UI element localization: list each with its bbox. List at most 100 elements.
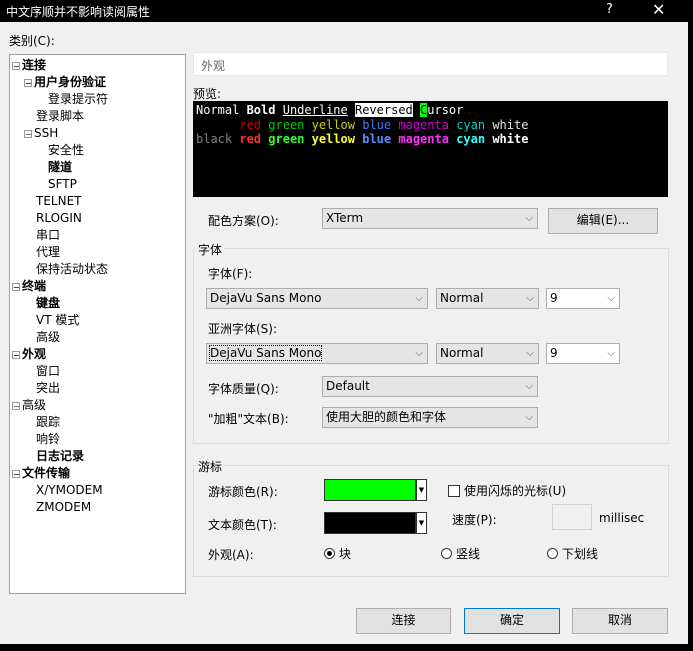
radio-vertical-bar[interactable]: 竖线	[441, 545, 480, 562]
tree-item-label: 登录提示符	[48, 92, 109, 106]
category-tree[interactable]: − 连接 − 用户身份验证 登录提示符 登录脚本 − SSH 安全性 隧道 SFTP TELNET RL…	[9, 54, 186, 594]
cancel-button[interactable]: 取消	[572, 608, 668, 634]
tree-item-label: 日志记录	[36, 449, 85, 463]
text-color-swatch[interactable]	[324, 512, 416, 534]
tree-item[interactable]: 保持活动状态	[24, 261, 108, 277]
tree-item-label: 用户身份验证	[34, 75, 107, 89]
asian-font-label: 亚洲字体(S):	[208, 322, 278, 336]
preview-segment: cyan	[456, 132, 486, 146]
color-scheme-select[interactable]: XTerm ⌵	[322, 208, 538, 229]
chevron-down-icon: ⌵	[525, 412, 533, 423]
tree-item[interactable]: − 外观	[12, 346, 46, 362]
tree-item[interactable]: VT 模式	[24, 312, 79, 328]
tree-item-label: 窗口	[36, 364, 61, 378]
chevron-down-icon: ⌵	[607, 293, 615, 304]
tree-item[interactable]: − SSH	[24, 125, 58, 141]
tree-item[interactable]: − 高级	[12, 397, 46, 413]
tree-item[interactable]: 安全性	[36, 142, 84, 158]
checkbox-icon	[448, 485, 460, 497]
color-scheme-value: XTerm	[326, 211, 364, 225]
font-quality-label: 字体质量(Q):	[208, 382, 279, 396]
asian-font-size-select[interactable]: 9 ⌵	[546, 343, 620, 364]
tree-item[interactable]: 代理	[24, 244, 60, 260]
chevron-down-icon: ⌵	[525, 381, 533, 392]
radio-icon	[547, 548, 558, 559]
speed-label: 速度(P):	[452, 513, 497, 527]
tree-item-label: 串口	[36, 228, 61, 242]
tree-item[interactable]: 突出	[24, 380, 60, 396]
tree-collapse-icon[interactable]: −	[12, 61, 20, 70]
tree-item-label: 高级	[22, 398, 47, 412]
tree-item-label: 登录脚本	[36, 109, 85, 123]
cursor-appearance-label: 外观(A):	[208, 548, 254, 562]
tree-item[interactable]: SFTP	[36, 176, 77, 192]
tree-collapse-icon[interactable]: −	[12, 282, 20, 291]
font-group-title: 字体	[196, 241, 225, 258]
radio-block[interactable]: 块	[324, 545, 351, 562]
tree-collapse-icon[interactable]: −	[12, 350, 20, 359]
preview-segment	[196, 118, 239, 132]
preview-segment: Reversed	[354, 103, 413, 117]
asian-font-style-select[interactable]: Normal ⌵	[436, 343, 539, 364]
preview-segment	[413, 103, 420, 117]
asian-font-select[interactable]: DejaVu Sans Mono ⌵	[206, 343, 428, 364]
tree-item[interactable]: 高级	[24, 329, 60, 345]
tree-item[interactable]: ZMODEM	[24, 499, 91, 515]
radio-icon	[441, 548, 452, 559]
tree-item-label: RLOGIN	[36, 211, 82, 225]
tree-item[interactable]: 窗口	[24, 363, 60, 379]
tree-item[interactable]: RLOGIN	[24, 210, 82, 226]
ok-button[interactable]: 确定	[464, 608, 560, 634]
tree-item[interactable]: − 文件传输	[12, 465, 70, 481]
tree-collapse-icon[interactable]: −	[24, 78, 32, 87]
tree-item[interactable]: 串口	[24, 227, 60, 243]
tree-collapse-icon[interactable]: −	[12, 401, 20, 410]
cursor-color-swatch[interactable]	[324, 479, 416, 501]
preview-segment	[304, 118, 311, 132]
radio-block-label: 块	[339, 547, 352, 561]
bold-text-select[interactable]: 使用大胆的颜色和字体 ⌵	[322, 407, 538, 428]
tree-collapse-icon[interactable]: −	[12, 469, 20, 478]
tree-item[interactable]: − 终端	[12, 278, 46, 294]
text-color-label: 文本颜色(T):	[208, 518, 277, 532]
section-title: 外观	[201, 59, 226, 73]
tree-item-label: 代理	[36, 245, 61, 259]
close-icon[interactable]: ✕	[652, 0, 665, 19]
tree-collapse-icon[interactable]: −	[24, 129, 32, 138]
edit-scheme-button[interactable]: 编辑(E)...	[548, 208, 658, 234]
preview-line: Normal Bold Underline Reversed Cursor	[196, 103, 463, 117]
tree-item[interactable]: 跟踪	[24, 414, 60, 430]
bold-text-label: "加粗"文本(B):	[208, 412, 289, 426]
cursor-color-dropdown[interactable]: ▼	[416, 479, 427, 501]
tree-item[interactable]: 登录脚本	[24, 108, 84, 124]
radio-vertical-bar-label: 竖线	[456, 547, 481, 561]
tree-item-label: VT 模式	[36, 313, 80, 327]
tree-item[interactable]: 日志记录	[24, 448, 84, 464]
asian-font-style-value: Normal	[440, 346, 484, 360]
help-button[interactable]: ?	[606, 2, 613, 17]
tree-item[interactable]: 响铃	[24, 431, 60, 447]
preview-segment: cyan	[456, 118, 486, 132]
tree-item[interactable]: 键盘	[24, 295, 60, 311]
preview-segment: magenta	[398, 132, 449, 146]
connect-button[interactable]: 连接	[356, 608, 451, 634]
tree-item[interactable]: 登录提示符	[36, 91, 108, 107]
speed-input[interactable]	[552, 504, 592, 530]
tree-item[interactable]: − 连接	[12, 57, 46, 73]
preview-segment	[348, 103, 355, 117]
tree-item[interactable]: − 用户身份验证	[24, 74, 106, 90]
font-quality-select[interactable]: Default ⌵	[322, 376, 538, 397]
font-label: 字体(F):	[208, 267, 253, 281]
font-style-select[interactable]: Normal ⌵	[436, 288, 539, 309]
tree-item[interactable]: TELNET	[24, 193, 82, 209]
radio-underline[interactable]: 下划线	[547, 545, 598, 562]
font-size-select[interactable]: 9 ⌵	[546, 288, 620, 309]
tree-item[interactable]: X/YMODEM	[24, 482, 103, 498]
text-color-dropdown[interactable]: ▼	[416, 512, 427, 534]
chevron-down-icon: ⌵	[415, 293, 423, 304]
tree-item-label: ZMODEM	[36, 500, 92, 514]
blink-cursor-checkbox[interactable]: 使用闪烁的光标(U)	[448, 482, 566, 499]
tree-item[interactable]: 隧道	[36, 159, 72, 175]
font-select[interactable]: DejaVu Sans Mono ⌵	[206, 288, 428, 309]
cursor-color-label: 游标颜色(R):	[208, 485, 278, 499]
